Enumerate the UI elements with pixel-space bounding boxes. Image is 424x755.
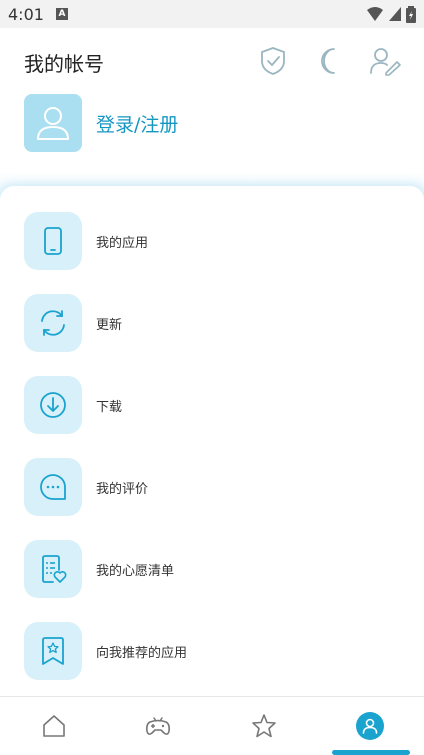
signal-icon: [389, 7, 401, 21]
menu-item-my-reviews[interactable]: 我的评价: [0, 446, 424, 528]
nav-account[interactable]: [355, 711, 385, 741]
menu-label-downloads: 下载: [96, 399, 123, 415]
login-register-link[interactable]: 登录/注册: [96, 110, 178, 137]
menu-item-wishlist[interactable]: 我的心愿清单: [0, 528, 424, 610]
header-icons: [256, 44, 402, 78]
shield-check-icon[interactable]: [256, 44, 290, 78]
wifi-icon: [367, 7, 383, 21]
nav-favorites[interactable]: [249, 711, 279, 741]
star-icon: [252, 714, 276, 738]
status-right: [366, 5, 416, 23]
avatar[interactable]: [24, 94, 82, 152]
phone-icon: [24, 212, 82, 270]
bottom-nav: [0, 696, 424, 755]
moon-icon[interactable]: [312, 44, 346, 78]
menu-item-updates[interactable]: 更新: [0, 282, 424, 364]
account-header: 我的帐号 登录/注册: [0, 28, 424, 188]
active-tab-indicator: [332, 750, 410, 755]
avatar-person-icon: [37, 107, 69, 140]
menu-card: 我的应用 更新 下载 我的评价 我的心愿清单 向我推荐的应用: [0, 186, 424, 696]
home-icon: [43, 715, 65, 737]
wishlist-icon: [24, 540, 82, 598]
menu-item-downloads[interactable]: 下载: [0, 364, 424, 446]
battery-icon: [406, 6, 416, 23]
user-edit-icon[interactable]: [368, 44, 402, 78]
comment-icon: [24, 458, 82, 516]
menu-label-my-reviews: 我的评价: [96, 481, 149, 497]
nav-home[interactable]: [39, 711, 69, 741]
download-icon: [24, 376, 82, 434]
account-icon: [356, 712, 384, 740]
page-title: 我的帐号: [24, 52, 104, 76]
menu-item-recommended[interactable]: 向我推荐的应用: [0, 610, 424, 692]
game-icon: [146, 717, 170, 735]
menu-label-recommended: 向我推荐的应用: [96, 645, 188, 661]
menu-label-my-apps: 我的应用: [96, 235, 149, 251]
status-bar: 4:01 A: [0, 0, 424, 28]
menu-label-updates: 更新: [96, 317, 123, 333]
refresh-icon: [24, 294, 82, 352]
menu-item-my-apps[interactable]: 我的应用: [0, 200, 424, 282]
notification-a-icon: A: [55, 8, 68, 20]
nav-games[interactable]: [143, 711, 173, 741]
recommend-icon: [24, 622, 82, 680]
status-time: 4:01: [8, 4, 44, 24]
login-row[interactable]: 登录/注册: [24, 94, 178, 152]
menu-label-wishlist: 我的心愿清单: [96, 563, 175, 579]
